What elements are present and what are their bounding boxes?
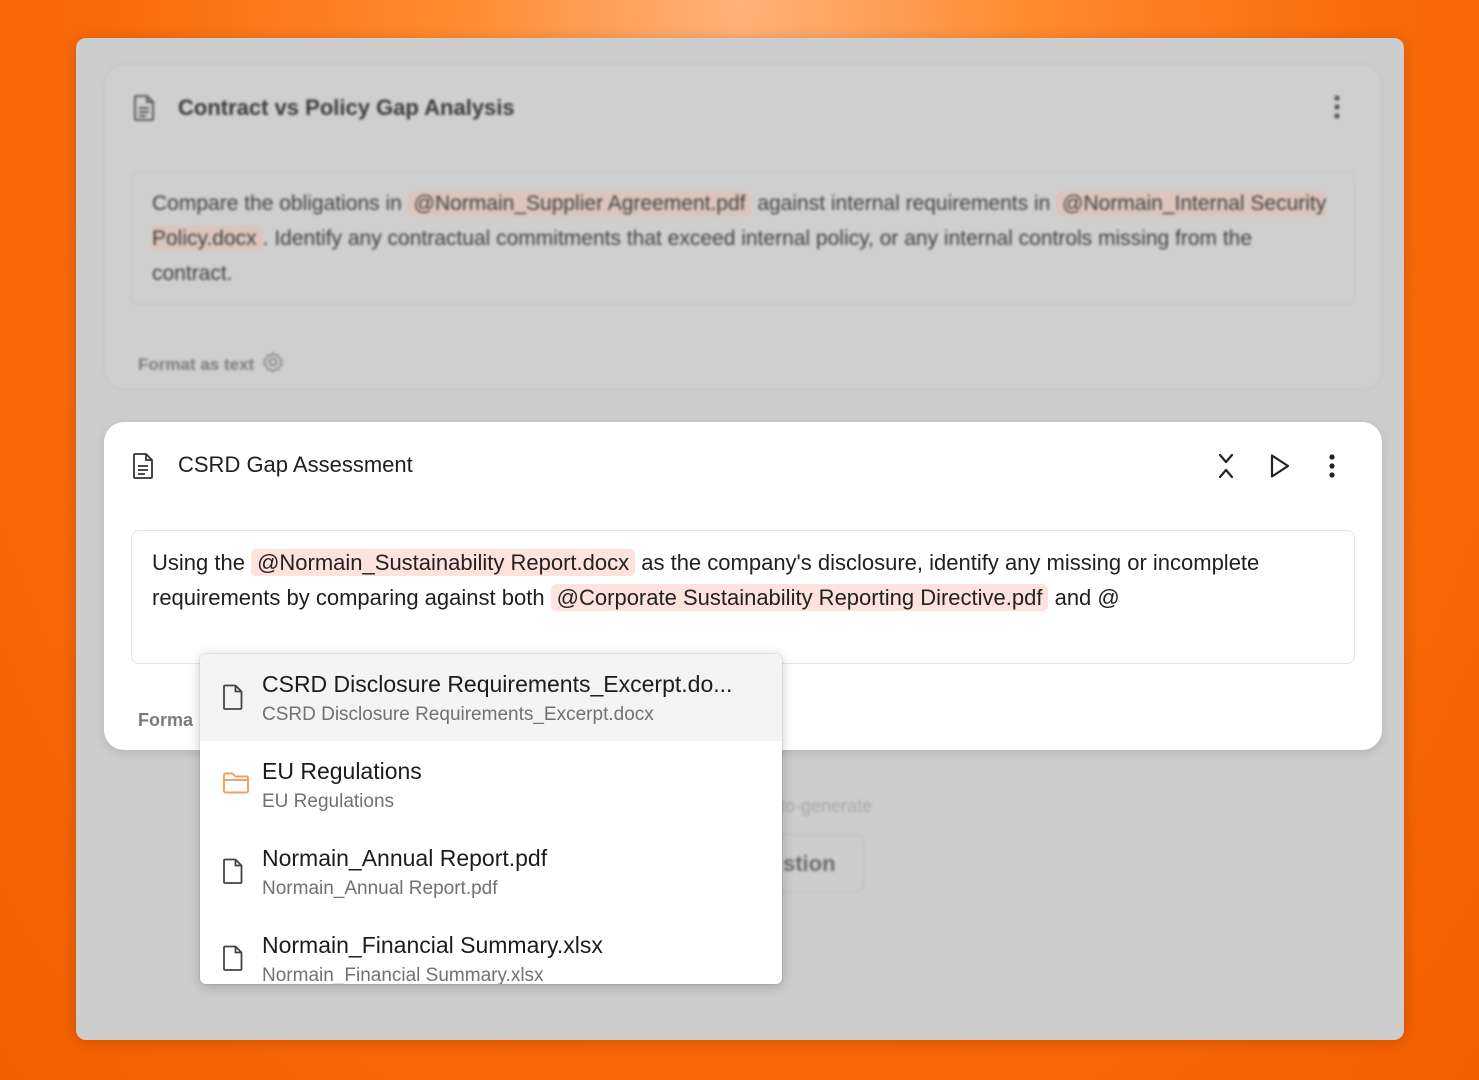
option-title: Normain_Financial Summary.xlsx [262,932,603,958]
mention-option[interactable]: EU Regulations EU Regulations [200,741,782,828]
more-vertical-icon[interactable] [1318,452,1346,480]
mention-option[interactable]: Normain_Annual Report.pdf Normain_Annual… [200,828,782,915]
card-title: Contract vs Policy Gap Analysis [178,95,515,120]
format-option: Format as text [138,351,284,378]
play-icon[interactable] [1265,452,1293,480]
format-option[interactable]: Forma [138,710,193,731]
settings-icon [262,351,284,378]
prompt-text: Compare the obligations in @Normain_Supp… [131,171,1355,305]
option-subtitle: CSRD Disclosure Requirements_Excerpt.doc… [262,704,654,725]
document-icon [132,453,154,484]
option-subtitle: EU Regulations [262,791,395,812]
collapse-icon[interactable] [1212,452,1240,480]
mention-option[interactable]: Normain_Financial Summary.xlsx Normain_F… [200,915,782,984]
file-mention: @Normain_Supplier Agreement.pdf [407,191,752,216]
card-title: CSRD Gap Assessment [178,452,413,477]
file-mention[interactable]: @Corporate Sustainability Reporting Dire… [550,584,1049,611]
option-title: EU Regulations [262,758,422,784]
prompt-card-contract-gap: Contract vs Policy Gap Analysis Compare … [104,64,1382,390]
option-subtitle: Normain_Financial Summary.xlsx [262,965,544,984]
prompt-editor[interactable]: Using the @Normain_Sustainability Report… [131,530,1355,664]
file-icon [222,684,244,715]
mention-dropdown: CSRD Disclosure Requirements_Excerpt.do.… [200,654,782,984]
option-title: Normain_Annual Report.pdf [262,845,548,871]
option-subtitle: Normain_Annual Report.pdf [262,878,498,899]
file-mention[interactable]: @Normain_Sustainability Report.docx [251,549,636,576]
file-icon [222,945,244,976]
file-icon [222,858,244,889]
document-icon [133,95,155,126]
mention-option[interactable]: CSRD Disclosure Requirements_Excerpt.do.… [200,654,782,741]
folder-icon [222,771,250,800]
option-title: CSRD Disclosure Requirements_Excerpt.do.… [262,671,733,697]
more-vertical-icon[interactable] [1333,95,1341,124]
auto-generate-label: uto-generate [770,796,873,816]
